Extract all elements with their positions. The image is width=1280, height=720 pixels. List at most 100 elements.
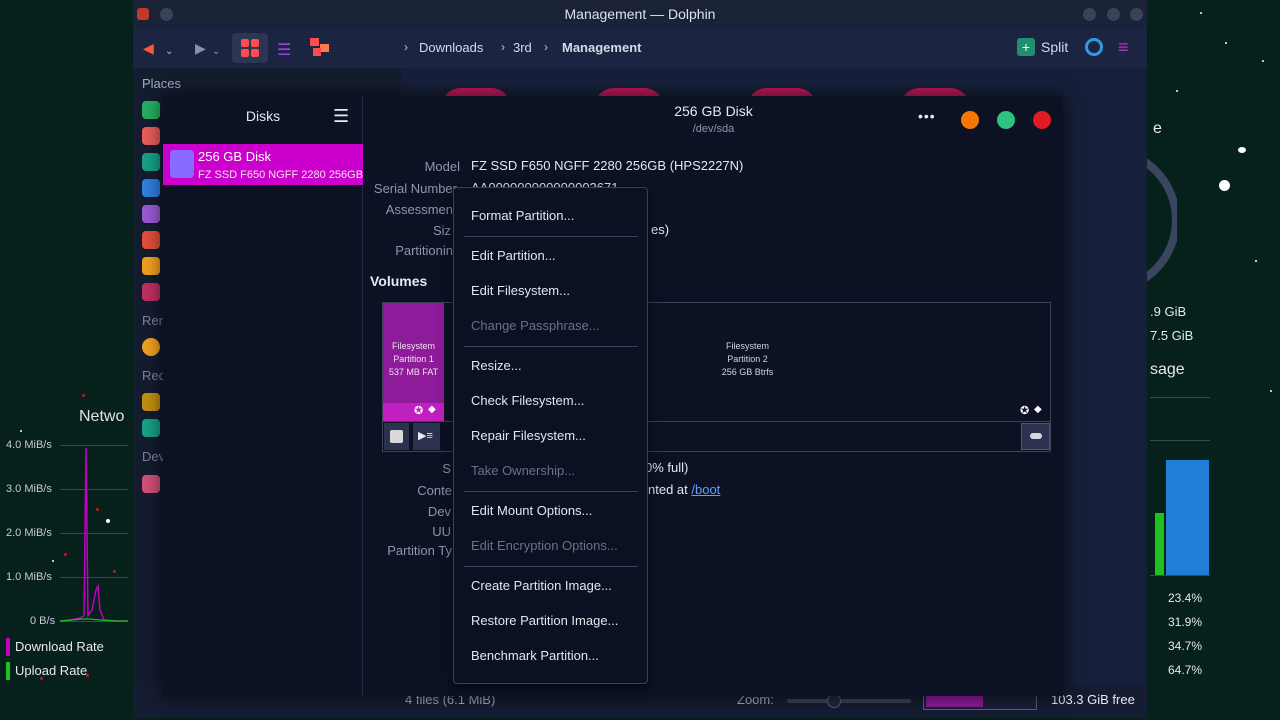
menu-separator bbox=[464, 346, 638, 347]
tree-view-icon[interactable] bbox=[310, 38, 330, 56]
partition-line: 537 MB FAT bbox=[388, 367, 439, 377]
menu-item-benchmark-partition[interactable]: Benchmark Partition... bbox=[471, 648, 599, 663]
contents-text: nted at bbox=[648, 482, 692, 497]
menu-item-format-partition[interactable]: Format Partition... bbox=[471, 208, 574, 223]
y-tick: 4.0 MiB/s bbox=[6, 439, 52, 451]
close-button[interactable] bbox=[1130, 8, 1143, 21]
unmount-button[interactable] bbox=[1021, 423, 1050, 450]
menu-icon: ▶≡ bbox=[418, 430, 433, 442]
menu-separator bbox=[464, 566, 638, 567]
network-widget-title: Netwo bbox=[79, 408, 125, 425]
partitioning-label: Partitionin bbox=[395, 243, 453, 258]
home-icon[interactable] bbox=[142, 101, 160, 119]
breadcrumb-current[interactable]: Management bbox=[562, 40, 641, 55]
menu-item-edit-partition[interactable]: Edit Partition... bbox=[471, 248, 556, 263]
chevron-down-icon[interactable]: ⌄ bbox=[212, 46, 220, 57]
desktop-icon[interactable] bbox=[142, 127, 160, 145]
model-value: FZ SSD F650 NGFF 2280 256GB (HPS2227N) bbox=[471, 158, 744, 173]
back-arrow-icon[interactable]: ◀ bbox=[143, 40, 154, 57]
disks-sidebar: Disks ☰ 256 GB Disk FZ SSD F650 NGFF 228… bbox=[163, 96, 363, 696]
partition-menu-button[interactable]: ▶≡ bbox=[413, 423, 440, 450]
hamburger-menu-icon[interactable]: ≡ bbox=[1118, 38, 1129, 56]
star-icon: ✪ bbox=[414, 405, 424, 417]
disk-header-title: 256 GB Disk bbox=[674, 103, 753, 119]
chevron-down-icon[interactable]: ⌄ bbox=[165, 46, 173, 57]
zoom-slider-handle[interactable] bbox=[827, 694, 841, 708]
partition-block[interactable]: Filesystem Partition 1 537 MB FAT ✪ ◆ bbox=[383, 303, 444, 421]
menu-item-edit-mount-options[interactable]: Edit Mount Options... bbox=[471, 503, 592, 518]
memory-used: .9 GiB bbox=[1150, 304, 1187, 319]
network-icon[interactable] bbox=[142, 338, 160, 356]
documents-icon[interactable] bbox=[142, 179, 160, 197]
partition-context-menu: Format Partition... Edit Partition... Ed… bbox=[453, 187, 648, 684]
y-tick: 0 B/s bbox=[30, 615, 56, 627]
y-tick: 3.0 MiB/s bbox=[6, 483, 52, 495]
menu-item-repair-filesystem[interactable]: Repair Filesystem... bbox=[471, 428, 586, 443]
y-tick: 1.0 MiB/s bbox=[6, 571, 52, 583]
more-options-icon[interactable]: ••• bbox=[918, 108, 936, 124]
menu-separator bbox=[464, 491, 638, 492]
drive-icon[interactable] bbox=[142, 475, 160, 493]
mounted-icon: ◆ bbox=[1034, 404, 1042, 415]
minimize-button[interactable] bbox=[1083, 8, 1096, 21]
toggle-icon bbox=[1030, 433, 1042, 439]
toolbar: ◀ ⌄ ▶ ⌄ ☰ › Downloads › 3rd › Management… bbox=[133, 28, 1147, 68]
menu-item-check-filesystem[interactable]: Check Filesystem... bbox=[471, 393, 584, 408]
widget-title-fragment: e bbox=[1153, 120, 1162, 137]
zoom-slider[interactable] bbox=[787, 699, 911, 703]
usage-percent: 64.7% bbox=[1168, 663, 1203, 677]
window-title: Management — Dolphin bbox=[564, 6, 716, 22]
breadcrumb-item[interactable]: 3rd bbox=[513, 40, 532, 55]
usage-bar-blue bbox=[1166, 460, 1209, 575]
icon-view-button[interactable] bbox=[232, 33, 268, 63]
split-icon[interactable]: + bbox=[1017, 38, 1035, 56]
format-partition-button[interactable] bbox=[384, 423, 409, 450]
sidebar-menu-icon[interactable]: ☰ bbox=[333, 107, 349, 125]
maximize-button[interactable] bbox=[997, 111, 1015, 129]
partition-type-label: Partition Ty bbox=[387, 543, 452, 558]
videos-icon[interactable] bbox=[142, 257, 160, 275]
volume-size-value: 0% full) bbox=[645, 460, 689, 475]
maximize-button[interactable] bbox=[1107, 8, 1120, 21]
menu-item-create-partition-image[interactable]: Create Partition Image... bbox=[471, 578, 612, 593]
usage-heading: sage bbox=[1150, 361, 1185, 378]
upload-legend-swatch bbox=[6, 662, 10, 680]
network-graph bbox=[60, 447, 128, 622]
size-label: Siz bbox=[432, 223, 451, 238]
star-icon: ✪ bbox=[1020, 405, 1030, 417]
places-header: Places bbox=[142, 76, 182, 91]
partition-line: Partition 1 bbox=[393, 354, 434, 364]
menu-item-edit-filesystem[interactable]: Edit Filesystem... bbox=[471, 283, 570, 298]
network-widget: Netwo 4.0 MiB/s 3.0 MiB/s 2.0 MiB/s 1.0 … bbox=[0, 400, 133, 700]
search-icon[interactable] bbox=[1085, 38, 1103, 56]
details-view-icon[interactable]: ☰ bbox=[277, 40, 291, 60]
forward-arrow-icon[interactable]: ▶ bbox=[195, 40, 206, 57]
recent-files-icon[interactable] bbox=[142, 393, 160, 411]
mounted-icon: ◆ bbox=[428, 404, 436, 415]
downloads-icon[interactable] bbox=[142, 153, 160, 171]
minimize-button[interactable] bbox=[961, 111, 979, 129]
device-label: Dev bbox=[427, 504, 451, 519]
menu-item-restore-partition-image[interactable]: Restore Partition Image... bbox=[471, 613, 618, 628]
trash-icon[interactable] bbox=[142, 283, 160, 301]
disk-list-item[interactable]: 256 GB Disk FZ SSD F650 NGFF 2280 256GB bbox=[163, 144, 363, 185]
partition-line: Filesystem bbox=[391, 341, 435, 351]
close-button[interactable] bbox=[1033, 111, 1051, 129]
size-value: es) bbox=[651, 222, 670, 237]
split-button-label[interactable]: Split bbox=[1041, 39, 1068, 55]
volumes-heading: Volumes bbox=[370, 273, 428, 289]
pictures-icon[interactable] bbox=[142, 231, 160, 249]
menu-item-resize[interactable]: Resize... bbox=[471, 358, 522, 373]
model-label: Model bbox=[424, 159, 460, 174]
recent-locations-icon[interactable] bbox=[142, 419, 160, 437]
usage-percent: 23.4% bbox=[1168, 591, 1203, 605]
volume-size-label: S bbox=[442, 461, 451, 476]
usage-percent: 34.7% bbox=[1168, 639, 1203, 653]
free-space-label: 103.3 GiB free bbox=[1051, 692, 1135, 707]
mount-point-link[interactable]: /boot bbox=[691, 482, 720, 497]
menu-item-edit-encryption-options: Edit Encryption Options... bbox=[471, 538, 618, 553]
drive-icon bbox=[170, 150, 194, 178]
music-icon[interactable] bbox=[142, 205, 160, 223]
uuid-label: UU bbox=[432, 524, 451, 539]
breadcrumb-item[interactable]: Downloads bbox=[419, 40, 483, 55]
